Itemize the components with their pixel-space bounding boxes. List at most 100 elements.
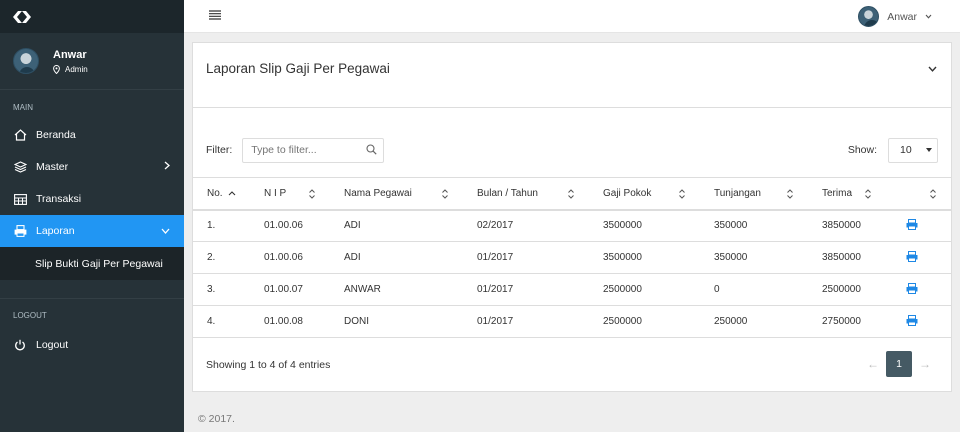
sidebar-item-label: Logout — [36, 339, 69, 351]
cell-bulan-tahun: 01/2017 — [463, 273, 589, 306]
table-controls: Filter: Show: 10 — [206, 137, 938, 163]
cell-nama: ADI — [330, 209, 463, 242]
pagination: ← 1 → — [860, 351, 938, 377]
layers-icon — [13, 160, 27, 174]
sidebar-divider — [0, 298, 184, 299]
cell-nip: 01.00.06 — [250, 209, 330, 242]
table-info: Showing 1 to 4 of 4 entries — [206, 359, 331, 371]
print-slip-icon[interactable] — [906, 218, 918, 230]
user-menu[interactable]: Anwar — [858, 6, 932, 27]
cell-tunjangan: 250000 — [700, 305, 808, 338]
sort-icon — [568, 189, 574, 199]
search-icon — [366, 143, 377, 155]
brand-logo[interactable] — [0, 0, 184, 33]
avatar — [858, 6, 880, 27]
sort-asc-icon — [228, 191, 236, 196]
panel-header: Laporan Slip Gaji Per Pegawai — [193, 43, 951, 108]
sidebar-item-transaksi[interactable]: Transaksi — [0, 183, 184, 215]
salary-table: No. N I P Nama Pegawai Bulan / Tahun Gaj… — [193, 177, 951, 338]
sort-icon — [930, 189, 936, 199]
cell-gaji-pokok: 2500000 — [589, 305, 700, 338]
cell-gaji-pokok: 2500000 — [589, 273, 700, 306]
page-length-select[interactable]: 10 — [888, 137, 938, 163]
column-header-nama[interactable]: Nama Pegawai — [330, 177, 463, 211]
logo-icon — [13, 10, 31, 23]
sidebar-item-beranda[interactable]: Beranda — [0, 119, 184, 151]
cell-tunjangan: 0 — [700, 273, 808, 306]
column-header-gaji-pokok[interactable]: Gaji Pokok — [589, 177, 700, 211]
cell-action — [886, 273, 951, 306]
column-header-bulan-tahun[interactable]: Bulan / Tahun — [463, 177, 589, 211]
table-icon — [13, 192, 27, 206]
page-title: Laporan Slip Gaji Per Pegawai — [206, 60, 390, 76]
sidebar-item-label: Master — [36, 161, 69, 173]
sort-icon — [442, 189, 448, 199]
cell-nama: DONI — [330, 305, 463, 338]
cell-nama: ANWAR — [330, 273, 463, 306]
cell-action — [886, 305, 951, 338]
sort-icon — [679, 189, 685, 199]
sidebar-item-master[interactable]: Master — [0, 151, 184, 183]
sidebar: Anwar Admin MAIN Beranda Master Transaks… — [0, 0, 184, 432]
cell-no: 2. — [193, 241, 250, 274]
cell-terima: 2750000 — [808, 305, 886, 338]
caret-down-icon — [926, 147, 932, 152]
power-icon — [13, 338, 27, 352]
cell-tunjangan: 350000 — [700, 241, 808, 274]
cell-action — [886, 209, 951, 242]
report-panel: Laporan Slip Gaji Per Pegawai Filter: Sh… — [192, 42, 952, 392]
sidebar-item-label: Laporan — [36, 225, 75, 237]
sort-icon — [865, 189, 871, 199]
cell-gaji-pokok: 3500000 — [589, 209, 700, 242]
cell-no: 4. — [193, 305, 250, 338]
location-pin-icon — [53, 64, 60, 74]
sidebar-item-laporan[interactable]: Laporan — [0, 215, 184, 247]
hamburger-menu-icon[interactable] — [209, 10, 221, 23]
cell-nip: 01.00.07 — [250, 273, 330, 306]
sidebar-item-label: Beranda — [36, 129, 76, 141]
avatar — [13, 48, 39, 74]
cell-terima: 2500000 — [808, 273, 886, 306]
nav-section-logout: LOGOUT — [13, 311, 47, 320]
cell-no: 3. — [193, 273, 250, 306]
cell-action — [886, 241, 951, 274]
topbar: Anwar — [184, 0, 960, 33]
page-length-control: Show: 10 — [847, 137, 938, 163]
cell-no: 1. — [193, 209, 250, 242]
cell-bulan-tahun: 02/2017 — [463, 209, 589, 242]
filter-input[interactable] — [242, 137, 385, 163]
sidebar-item-logout[interactable]: Logout — [0, 329, 184, 361]
nav-section-main: MAIN — [13, 103, 33, 112]
user-name: Anwar — [53, 48, 87, 61]
pagination-page-1[interactable]: 1 — [886, 351, 912, 377]
print-slip-icon[interactable] — [906, 314, 918, 326]
filter-label: Filter: — [206, 144, 233, 156]
sidebar-user: Anwar Admin — [0, 33, 184, 90]
filter-wrapper — [242, 137, 385, 163]
cell-gaji-pokok: 3500000 — [589, 241, 700, 274]
cell-nama: ADI — [330, 241, 463, 274]
collapse-toggle-icon[interactable] — [928, 63, 937, 75]
pagination-prev-button[interactable]: ← — [860, 351, 886, 377]
sidebar-subitem-slip-gaji[interactable]: Slip Bukti Gaji Per Pegawai — [0, 247, 184, 280]
column-header-action[interactable] — [886, 177, 951, 211]
copyright: © 2017. — [198, 413, 235, 425]
sidebar-item-label: Transaksi — [36, 193, 82, 205]
chevron-right-icon — [164, 161, 170, 173]
home-icon — [13, 128, 27, 142]
column-header-tunjangan[interactable]: Tunjangan — [700, 177, 808, 211]
sort-icon — [309, 189, 315, 199]
print-slip-icon[interactable] — [906, 250, 918, 262]
page-length-value: 10 — [900, 144, 912, 156]
table-row: 4. 01.00.08 DONI 01/2017 2500000 250000 … — [193, 305, 951, 338]
printer-icon — [13, 224, 27, 238]
table-header-row: No. N I P Nama Pegawai Bulan / Tahun Gaj… — [193, 177, 951, 211]
print-slip-icon[interactable] — [906, 282, 918, 294]
pagination-next-button[interactable]: → — [912, 351, 938, 377]
column-header-terima[interactable]: Terima — [808, 177, 886, 211]
user-role: Admin — [53, 64, 88, 74]
column-header-no[interactable]: No. — [193, 177, 250, 211]
show-label: Show: — [847, 144, 877, 156]
column-header-nip[interactable]: N I P — [250, 177, 330, 211]
table-row: 1. 01.00.06 ADI 02/2017 3500000 350000 3… — [193, 209, 951, 242]
